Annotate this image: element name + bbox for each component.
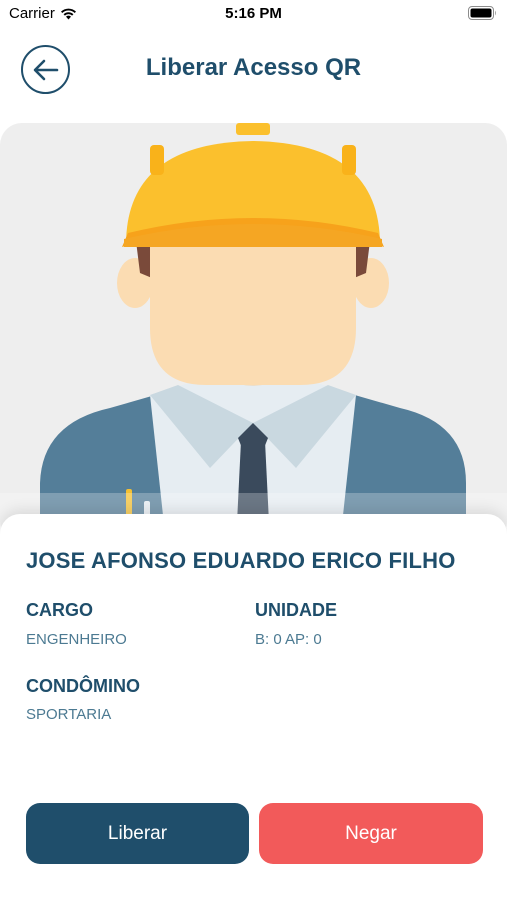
worker-avatar-icon <box>0 123 507 543</box>
info-panel: JOSE AFONSO EDUARDO ERICO FILHO CARGO EN… <box>0 514 507 900</box>
unidade-label: UNIDADE <box>255 600 338 620</box>
status-time: 5:16 PM <box>225 5 282 22</box>
status-bar: Carrier 5:16 PM <box>0 0 507 30</box>
photo-card <box>0 123 507 543</box>
condomino-value: SPORTARIA <box>26 706 112 723</box>
approve-button[interactable]: Liberar <box>26 803 249 864</box>
deny-button[interactable]: Negar <box>259 803 483 864</box>
person-name: JOSE AFONSO EDUARDO ERICO FILHO <box>26 548 456 573</box>
unidade-value: B: 0 AP: 0 <box>255 631 322 648</box>
header: Liberar Acesso QR <box>0 40 507 100</box>
cargo-label: CARGO <box>26 600 93 620</box>
condomino-label: CONDÔMINO <box>26 676 140 696</box>
cargo-value: ENGENHEIRO <box>26 631 127 648</box>
battery-icon <box>468 6 497 25</box>
page-title: Liberar Acesso QR <box>145 54 362 81</box>
